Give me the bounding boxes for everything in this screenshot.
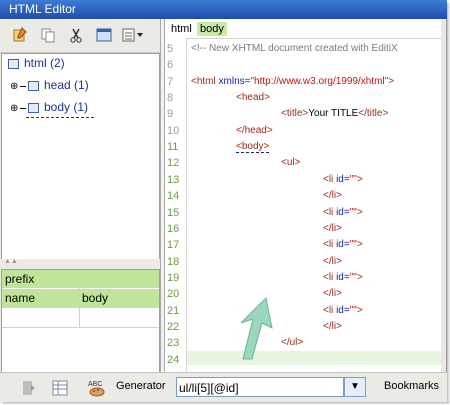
line-number: 18 bbox=[167, 255, 180, 268]
code-line[interactable]: </li> bbox=[323, 288, 342, 299]
expand-toggle-icon[interactable]: ⊕ bbox=[10, 82, 20, 92]
line-number-gutter: 5 6 7 8 9 10 11 12 13 14 15 16 17 18 19 20 21 22 23 24 bbox=[165, 38, 187, 372]
bookmarks-label[interactable]: Bookmarks bbox=[384, 380, 439, 392]
panel-splitter[interactable]: ▲▲ bbox=[0, 258, 160, 267]
column-divider bbox=[79, 270, 80, 328]
attribute-row[interactable]: name body bbox=[2, 289, 159, 307]
attribute-value[interactable]: body bbox=[82, 289, 108, 307]
table-icon[interactable] bbox=[52, 380, 68, 396]
line-number: 12 bbox=[167, 157, 180, 170]
bottom-bar: ABC Generator ul/li[5][@id] ▼ Bookmarks bbox=[0, 372, 447, 403]
code-line[interactable]: </li> bbox=[323, 223, 342, 234]
line-number: 19 bbox=[167, 271, 180, 284]
attributes-table: prefix name body bbox=[1, 269, 160, 373]
line-number: 9 bbox=[167, 108, 174, 121]
tree-toolbar bbox=[0, 19, 160, 53]
code-line[interactable]: <html xmlns="http://www.w3.org/1999/xhtm… bbox=[191, 76, 394, 87]
line-number: 15 bbox=[167, 206, 180, 219]
line-number: 24 bbox=[167, 353, 180, 366]
element-node-icon bbox=[8, 59, 19, 69]
line-number: 13 bbox=[167, 173, 180, 186]
line-number: 14 bbox=[167, 190, 180, 203]
window-icon[interactable] bbox=[96, 27, 112, 43]
code-line[interactable]: </ul> bbox=[281, 337, 303, 348]
cut-icon[interactable] bbox=[68, 27, 84, 43]
code-line[interactable]: </li> bbox=[323, 321, 342, 332]
line-number: 6 bbox=[167, 59, 174, 72]
left-panel: html (2) ⊕ head (1) ⊕ body (1) ▲▲ prefix… bbox=[0, 19, 161, 373]
copy-icon[interactable] bbox=[40, 27, 56, 43]
window-title: HTML Editor bbox=[9, 2, 76, 16]
code-line[interactable]: </li> bbox=[323, 190, 342, 201]
generator-dropdown-button[interactable]: ▼ bbox=[344, 377, 366, 397]
line-number: 17 bbox=[167, 239, 180, 252]
expand-toggle-icon[interactable]: ⊕ bbox=[10, 104, 20, 114]
breadcrumb-item-body[interactable]: body bbox=[197, 22, 227, 36]
line-number: 8 bbox=[167, 92, 174, 105]
code-line[interactable]: <li id=""> bbox=[323, 239, 363, 250]
code-line[interactable]: <li id=""> bbox=[323, 207, 363, 218]
attribute-name: name bbox=[5, 291, 36, 305]
code-line[interactable]: </head> bbox=[236, 125, 273, 136]
tree-node-html[interactable]: html (2) bbox=[24, 55, 65, 71]
tree-node-head[interactable]: head (1) bbox=[44, 77, 89, 93]
code-line[interactable]: <title>Your TITLE</title> bbox=[281, 108, 388, 119]
code-line[interactable]: <li id=""> bbox=[323, 174, 363, 185]
spellcheck-icon[interactable]: ABC bbox=[88, 378, 106, 398]
line-number: 22 bbox=[167, 320, 180, 333]
row-divider bbox=[2, 307, 159, 308]
line-number: 7 bbox=[167, 75, 174, 88]
row-divider bbox=[2, 327, 159, 328]
document-arrow-icon[interactable] bbox=[22, 380, 36, 396]
properties-dropdown-icon[interactable] bbox=[122, 27, 146, 43]
code-line[interactable]: <li id=""> bbox=[323, 272, 363, 283]
selection-underline bbox=[26, 117, 94, 118]
code-line[interactable]: <li id=""> bbox=[323, 305, 363, 316]
line-number: 23 bbox=[167, 337, 180, 350]
tree-connector bbox=[20, 108, 26, 109]
element-node-icon bbox=[28, 81, 39, 91]
vertical-scrollbar[interactable] bbox=[441, 19, 446, 372]
code-line[interactable]: </li> bbox=[323, 256, 342, 267]
code-editor[interactable]: html body 5 6 7 8 9 10 11 12 13 14 15 16 17 18 19 20 21 2… bbox=[164, 19, 442, 372]
code-line[interactable]: <body> bbox=[236, 141, 270, 154]
title-bar: HTML Editor bbox=[0, 0, 447, 19]
document-tree[interactable]: html (2) ⊕ head (1) ⊕ body (1) bbox=[1, 53, 160, 261]
generator-label: Generator bbox=[116, 380, 166, 392]
editor-window: HTML Editor html (2) ⊕ head (1) ⊕ body (… bbox=[0, 0, 447, 403]
line-number: 5 bbox=[167, 43, 174, 55]
notes-icon[interactable] bbox=[12, 27, 28, 43]
code-line[interactable]: <!-- New XHTML document created with Edi… bbox=[191, 43, 398, 54]
svg-text:ABC: ABC bbox=[88, 381, 102, 388]
breadcrumb-item-html[interactable]: html bbox=[168, 22, 195, 36]
pointer-arrow-icon bbox=[240, 296, 273, 360]
breadcrumb: html body bbox=[165, 19, 442, 39]
attribute-name: prefix bbox=[5, 272, 35, 286]
element-node-icon bbox=[28, 103, 39, 113]
current-line-highlight bbox=[187, 351, 442, 365]
code-line[interactable]: <ul> bbox=[281, 157, 300, 168]
line-number: 10 bbox=[167, 124, 180, 137]
line-number: 16 bbox=[167, 222, 180, 235]
code-line[interactable]: <head> bbox=[236, 92, 270, 103]
line-number: 21 bbox=[167, 304, 180, 317]
tree-node-body[interactable]: body (1) bbox=[44, 99, 88, 115]
tree-connector bbox=[20, 86, 26, 87]
chevron-down-icon: ▼ bbox=[350, 381, 360, 392]
line-number: 20 bbox=[167, 288, 180, 301]
generator-input[interactable]: ul/li[5][@id] bbox=[176, 377, 344, 397]
line-number: 11 bbox=[167, 141, 179, 154]
attribute-row[interactable]: prefix bbox=[2, 270, 159, 288]
